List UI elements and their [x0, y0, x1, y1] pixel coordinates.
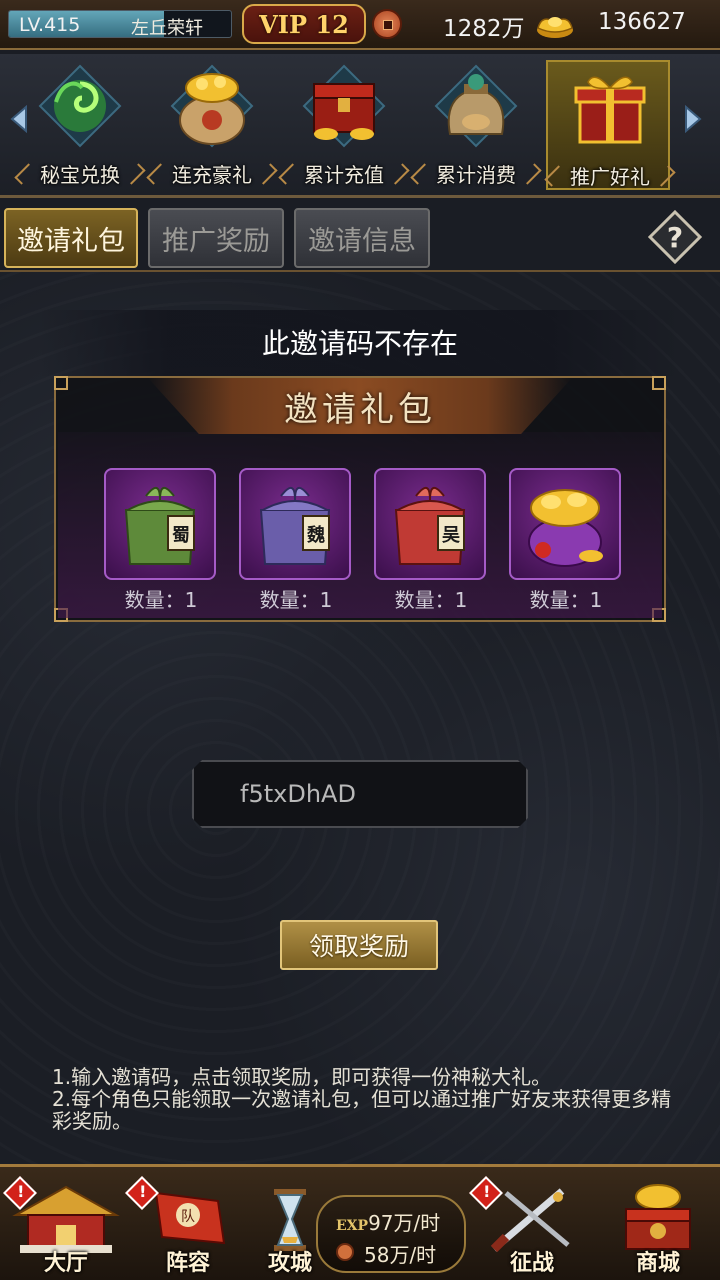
fortune-bag-icon: [528, 489, 603, 567]
chevron-right-icon: [685, 105, 702, 133]
copper-amount: 1282万: [443, 16, 525, 42]
gift-quantity: 数量：1: [529, 588, 603, 612]
gift-item-shu[interactable]: 蜀: [104, 468, 216, 580]
activity-promotion-gift[interactable]: 推广好礼: [546, 60, 670, 190]
copper-rate: 58万/时: [364, 1243, 437, 1267]
activity-label: 秘宝兑换: [18, 158, 142, 188]
invite-gift-panel: 邀请礼包 蜀 数量：1 魏 数量：1 吴 数量：1 数量：1: [54, 376, 666, 622]
svg-text:魏: 魏: [306, 524, 325, 546]
activity-label: 累计消费: [414, 158, 538, 188]
activity-recharge-gift[interactable]: 连充豪礼: [150, 60, 274, 190]
panel-corner: [54, 376, 68, 390]
green-swirl-icon: [38, 64, 122, 148]
invite-code-input[interactable]: f5txDhAD: [192, 760, 528, 828]
nav-label: 阵容: [165, 1251, 210, 1276]
svg-text:队: 队: [181, 1209, 195, 1225]
tab-bar: 邀请礼包 推广奖励 邀请信息: [0, 206, 720, 272]
gift-quantity: 数量：1: [394, 588, 468, 612]
gift-item-fortune-bag[interactable]: [509, 468, 621, 580]
carousel-right-arrow[interactable]: [682, 94, 706, 144]
nav-lobby[interactable]: 大厅: [3, 1176, 128, 1280]
wu-gift-bag-icon: 吴: [394, 487, 466, 565]
activity-secret-exchange[interactable]: 秘宝兑换: [18, 60, 142, 190]
pouch-icon: [434, 64, 518, 148]
svg-text:?: ?: [667, 221, 683, 254]
tab-promotion-reward[interactable]: 推广奖励: [148, 208, 284, 268]
gift-quantity: 数量：1: [124, 588, 198, 612]
activity-cumulative-spend[interactable]: 累计消费: [414, 60, 538, 190]
nav-shop[interactable]: 商城: [596, 1179, 720, 1280]
bottom-nav: 大厅 队 阵容 攻城 EXP97万/时 58万/时: [0, 1164, 720, 1280]
claim-reward-button[interactable]: 领取奖励: [280, 920, 438, 970]
gift-box-icon: [574, 76, 646, 144]
player-name: 左丘荣轩: [131, 18, 203, 38]
nav-lineup[interactable]: 队 阵容: [125, 1176, 250, 1280]
nav-label: 商城: [635, 1251, 680, 1276]
level-label: LV.415: [19, 14, 81, 36]
panel-banner: 邀请礼包: [148, 378, 572, 434]
gift-item-wei[interactable]: 魏: [239, 468, 351, 580]
activity-carousel: 秘宝兑换 连充豪礼 累计充值 累计消费 推广好礼: [0, 54, 720, 198]
gift-quantity: 数量：1: [259, 588, 333, 612]
exp-rate-value: 97万/时: [368, 1211, 441, 1235]
nav-campaign[interactable]: 征战: [469, 1176, 594, 1280]
svg-text:蜀: 蜀: [172, 525, 190, 546]
activity-label: 连充豪礼: [150, 158, 274, 188]
rules-text: 1.输入邀请码，点击领取奖励，即可获得一份神秘大礼。 2.每个角色只能领取一次邀…: [52, 1066, 672, 1132]
nav-label: 征战: [509, 1251, 554, 1276]
level-bar: LV.415 左丘荣轩: [8, 10, 232, 38]
wei-gift-bag-icon: 魏: [259, 487, 331, 565]
idle-income-box[interactable]: EXP97万/时 58万/时: [316, 1195, 466, 1273]
help-icon[interactable]: ?: [648, 210, 702, 264]
gold-ingot-icon: [537, 17, 573, 38]
panel-title: 邀请礼包: [284, 389, 436, 430]
vip-badge[interactable]: VIP 12: [242, 4, 366, 44]
exp-rate: EXP97万/时: [336, 1207, 440, 1236]
gift-item-wu[interactable]: 吴: [374, 468, 486, 580]
rule-line: 2.每个角色只能领取一次邀请礼包，但可以通过推广好友来获得更多精彩奖励。: [52, 1087, 672, 1133]
nav-label: 大厅: [43, 1251, 88, 1276]
tab-divider: [0, 270, 720, 272]
vip-label: VIP 12: [259, 9, 349, 39]
copper-coin-icon: [336, 1243, 354, 1261]
status-message: 此邀请码不存在: [261, 327, 458, 360]
treasure-chest-icon: [302, 64, 386, 148]
copper-coin-icon: [372, 9, 402, 39]
shu-gift-bag-icon: 蜀: [124, 487, 196, 565]
tab-invite-gift[interactable]: 邀请礼包: [4, 208, 138, 268]
gold-sack-icon: [170, 64, 254, 148]
rule-line: 1.输入邀请码，点击领取奖励，即可获得一份神秘大礼。: [52, 1065, 552, 1089]
panel-corner: [652, 376, 666, 390]
gold-amount: 136627: [598, 9, 686, 35]
svg-text:吴: 吴: [442, 525, 460, 546]
tab-invite-info[interactable]: 邀请信息: [294, 208, 430, 268]
exp-tag: EXP: [336, 1218, 369, 1234]
activity-label: 推广好礼: [548, 160, 672, 190]
activity-label: 累计充值: [282, 158, 406, 188]
activity-cumulative-recharge[interactable]: 累计充值: [282, 60, 406, 190]
top-status-bar: LV.415 左丘荣轩 VIP 12 1282万 136627: [0, 0, 720, 50]
